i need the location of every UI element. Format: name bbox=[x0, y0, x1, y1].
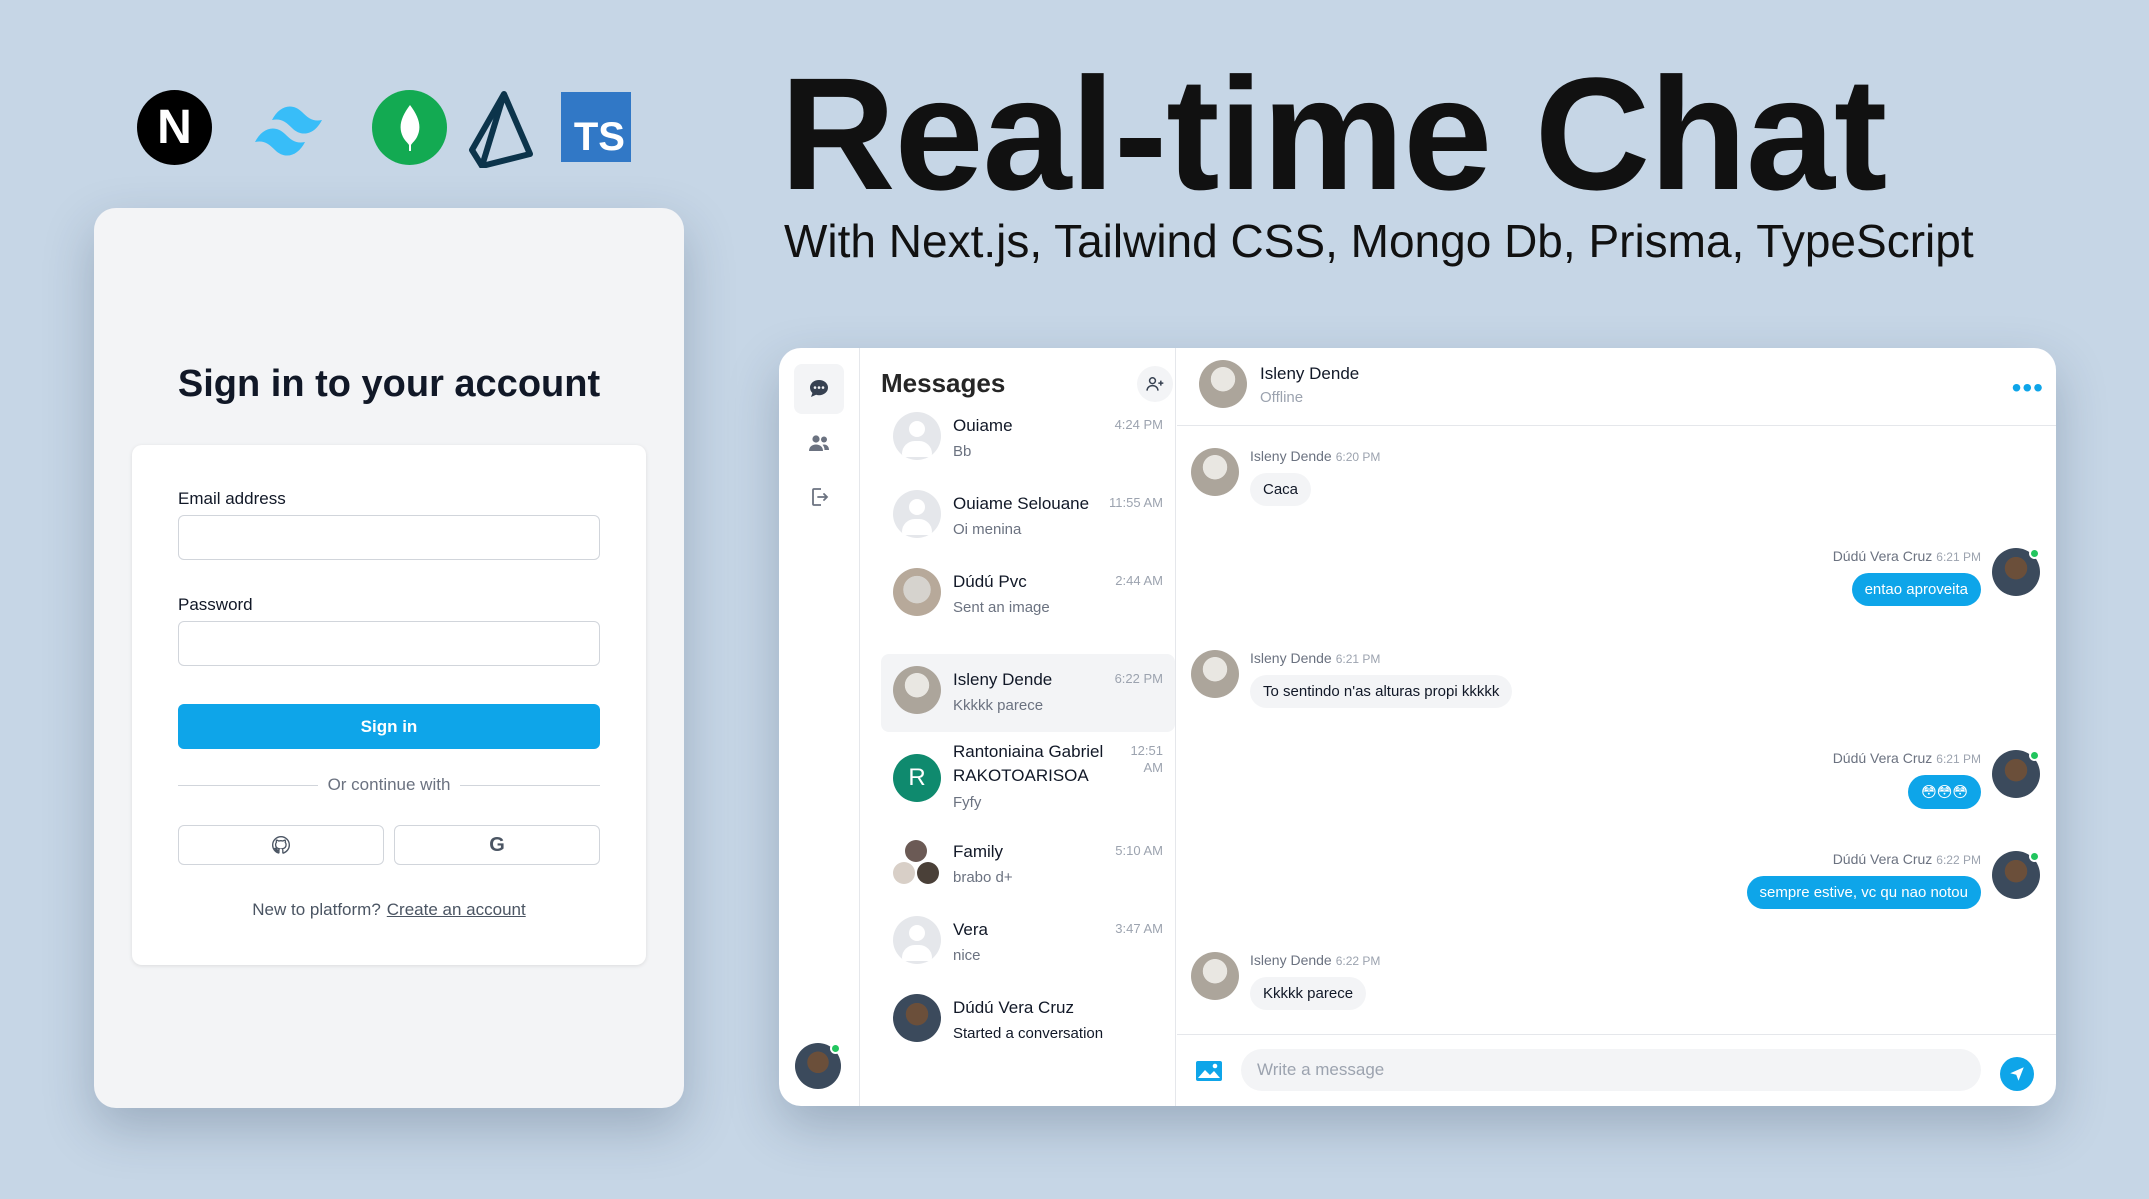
conversation-name: Ouiame Selouane bbox=[953, 494, 1090, 513]
avatar: R bbox=[893, 754, 941, 802]
conversation-last-message: Oi menina bbox=[953, 521, 1022, 538]
conversation-time: 6:22 PM bbox=[1114, 671, 1163, 686]
hero-title: Real-time Chat bbox=[780, 44, 1887, 223]
nav-chat-button[interactable] bbox=[794, 364, 844, 414]
conversation-item[interactable]: R Rantoniaina Gabriel RAKOTOARISOA 12:51… bbox=[881, 732, 1175, 824]
conversation-time: 4:24 PM bbox=[1114, 417, 1163, 432]
avatar bbox=[893, 490, 941, 538]
conversation-name: Vera bbox=[953, 920, 988, 939]
header-status: Offline bbox=[1260, 389, 1304, 406]
conversation-item[interactable]: Dúdú Pvc 2:44 AM Sent an image bbox=[881, 556, 1175, 634]
conversation-last-message: Sent an image bbox=[953, 599, 1050, 616]
conversation-name: Family bbox=[953, 842, 1004, 861]
header-name: Isleny Dende bbox=[1260, 364, 1360, 383]
conversation-time: 11:55 AM bbox=[1109, 495, 1163, 510]
current-user-avatar[interactable] bbox=[795, 1043, 841, 1089]
avatar bbox=[893, 412, 941, 460]
conversation-time: 12:51 AM bbox=[1130, 743, 1163, 775]
conversation-last-message: Started a conversation bbox=[953, 1025, 1104, 1042]
conversation-list: Messages Ouiame 4:24 PM Bb Ouiame Seloua… bbox=[861, 348, 1176, 1106]
conversation-time: 5:10 AM bbox=[1115, 843, 1163, 858]
avatar bbox=[893, 666, 941, 714]
signin-button[interactable]: Sign in bbox=[178, 704, 600, 749]
conversation-item[interactable]: Ouiame Selouane 11:55 AM Oi menina bbox=[881, 478, 1175, 556]
conversation-last-message: nice bbox=[953, 947, 981, 964]
nav-rail bbox=[779, 348, 860, 1106]
message-composer: Write a message bbox=[1177, 1034, 2056, 1106]
conversation-name: Dúdú Vera Cruz bbox=[953, 998, 1074, 1017]
avatar bbox=[893, 568, 941, 616]
conversation-item[interactable]: Dúdú Vera Cruz Started a conversation bbox=[881, 982, 1175, 1060]
message-outgoing: Dúdú Vera Cruz 6:22 PM sempre estive, vc … bbox=[1746, 851, 2040, 909]
chat-icon bbox=[810, 380, 828, 397]
message-outgoing: Dúdú Vera Cruz 6:21 PM 😳😳😳 bbox=[1833, 750, 2040, 809]
add-group-button[interactable] bbox=[1137, 366, 1173, 402]
image-icon bbox=[1196, 1061, 1222, 1081]
avatar bbox=[893, 916, 941, 964]
conversation-name: Rantoniaina Gabriel RAKOTOARISOA bbox=[953, 742, 1104, 785]
add-user-icon bbox=[1146, 377, 1164, 391]
conversation-item[interactable]: Vera 3:47 AM nice bbox=[881, 904, 1175, 982]
email-label: Email address bbox=[178, 489, 286, 508]
github-signin-button[interactable] bbox=[178, 825, 384, 865]
email-field[interactable] bbox=[178, 515, 600, 560]
send-button[interactable] bbox=[2000, 1057, 2034, 1091]
conversation-last-message: Fyfy bbox=[953, 794, 982, 811]
hero-subtitle: With Next.js, Tailwind CSS, Mongo Db, Pr… bbox=[784, 215, 1974, 267]
message-bubble: To sentindo n'as alturas propi kkkkk bbox=[1250, 675, 1513, 708]
chat-header: Isleny Dende Offline ••• bbox=[1177, 348, 2056, 426]
nextjs-logo: N bbox=[137, 90, 212, 165]
nav-users-button[interactable] bbox=[794, 418, 844, 468]
message-incoming: Isleny Dende 6:21 PM To sentindo n'as alt… bbox=[1191, 650, 1513, 708]
message-outgoing: Dúdú Vera Cruz 6:21 PM entao aproveita bbox=[1833, 548, 2040, 606]
new-platform-text: New to platform? Create an account bbox=[252, 900, 526, 919]
conversation-name: Isleny Dende bbox=[953, 670, 1053, 689]
message-input[interactable]: Write a message bbox=[1241, 1049, 1981, 1091]
group-avatar bbox=[893, 838, 941, 886]
github-icon bbox=[271, 835, 291, 854]
chat-pane: Isleny Dende Offline ••• Isleny Dende 6:2… bbox=[1177, 348, 2056, 1106]
upload-image-button[interactable] bbox=[1195, 1059, 1223, 1088]
conversation-time: 2:44 AM bbox=[1115, 573, 1163, 588]
conversation-last-message: brabo d+ bbox=[953, 869, 1013, 886]
password-field[interactable] bbox=[178, 621, 600, 666]
more-options-button[interactable]: ••• bbox=[2012, 372, 2044, 404]
avatar bbox=[893, 994, 941, 1042]
conversation-item-active[interactable]: Isleny Dende 6:22 PM Kkkkk parece bbox=[881, 654, 1175, 732]
conversation-item[interactable]: Ouiame 4:24 PM Bb bbox=[881, 400, 1175, 478]
conversation-name: Dúdú Pvc bbox=[953, 572, 1027, 591]
divider-text: Or continue with bbox=[132, 775, 646, 795]
typescript-logo: TS bbox=[561, 92, 631, 162]
create-account-link[interactable]: Create an account bbox=[387, 900, 526, 919]
mongodb-logo bbox=[372, 90, 447, 165]
message-incoming: Isleny Dende 6:22 PM Kkkkk parece bbox=[1191, 952, 1380, 1010]
conversation-last-message: Kkkkk parece bbox=[953, 697, 1044, 714]
signin-card: Sign in to your account Email address Pa… bbox=[94, 208, 684, 1108]
online-indicator bbox=[830, 1043, 841, 1054]
message-bubble: Caca bbox=[1250, 473, 1312, 506]
signin-title: Sign in to your account bbox=[177, 363, 601, 405]
google-icon: G bbox=[489, 833, 505, 856]
conversation-item[interactable]: Family 5:10 AM brabo d+ bbox=[881, 826, 1175, 904]
chat-window: Messages Ouiame 4:24 PM Bb Ouiame Seloua… bbox=[779, 348, 2056, 1106]
message-bubble: sempre estive, vc qu nao notou bbox=[1746, 876, 1981, 909]
users-icon bbox=[809, 435, 829, 451]
conversation-name: Ouiame bbox=[953, 416, 1013, 435]
conversation-last-message: Bb bbox=[953, 443, 972, 460]
google-signin-button[interactable]: G bbox=[394, 825, 600, 865]
message-bubble: entao aproveita bbox=[1851, 573, 1981, 606]
conversation-time: 3:47 AM bbox=[1115, 921, 1163, 936]
signin-form: Email address Password Sign in Or contin… bbox=[132, 445, 646, 965]
logout-icon bbox=[812, 488, 829, 506]
prisma-logo bbox=[468, 90, 534, 168]
message-incoming: Isleny Dende 6:20 PM Caca bbox=[1191, 448, 1380, 506]
message-bubble: Kkkkk parece bbox=[1250, 977, 1367, 1010]
send-icon bbox=[2010, 1067, 2024, 1081]
password-label: Password bbox=[178, 595, 253, 614]
nav-logout-button[interactable] bbox=[794, 472, 844, 522]
tailwind-logo bbox=[247, 90, 347, 165]
message-bubble: 😳😳😳 bbox=[1908, 775, 1981, 809]
messages-title: Messages bbox=[881, 368, 1006, 398]
header-avatar bbox=[1199, 360, 1247, 408]
